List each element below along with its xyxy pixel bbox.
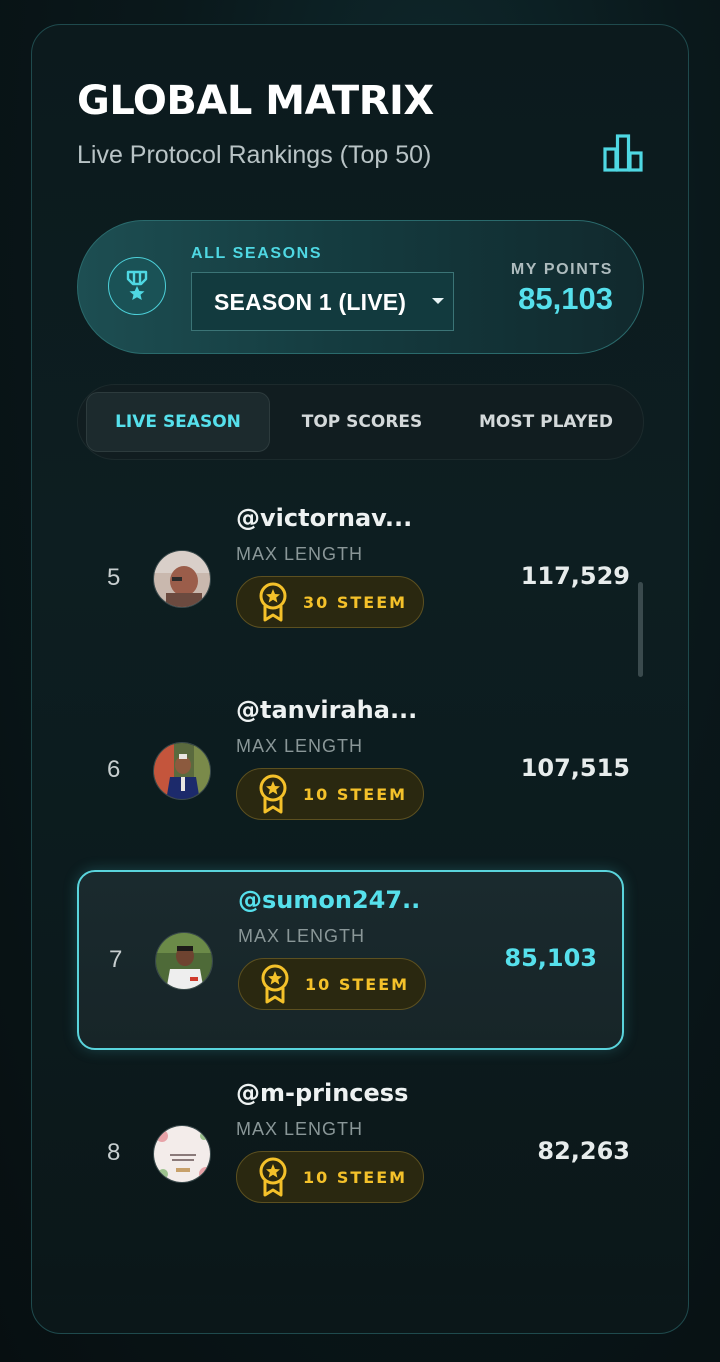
list-item[interactable]: 6 @tanviraha... MAX LENGTH 10 STEEM 107,… [77, 682, 630, 862]
page-title: GLOBAL MATRIX [77, 78, 434, 124]
username[interactable]: @victornav... [236, 504, 412, 532]
reward-badge: 10 STEEM [236, 768, 425, 820]
all-seasons-label: ALL SEASONS [191, 245, 323, 262]
game-mode-label: MAX LENGTH [236, 736, 364, 756]
username[interactable]: @sumon247.. [238, 886, 420, 914]
reward-label: 10 STEEM [303, 784, 408, 804]
game-mode-label: MAX LENGTH [238, 926, 366, 946]
leaderboard-panel: GLOBAL MATRIX Live Protocol Rankings (To… [31, 24, 689, 1334]
bar-chart-icon[interactable] [602, 133, 644, 173]
tab-most-played[interactable]: MOST PLAYED [454, 392, 638, 452]
username[interactable]: @m-princess [236, 1079, 408, 1107]
avatar[interactable] [155, 932, 213, 990]
my-points-label: MY POINTS [510, 261, 613, 278]
rank-number: 5 [107, 564, 121, 591]
page-subtitle: Live Protocol Rankings (Top 50) [77, 141, 432, 169]
award-ribbon-icon [261, 964, 289, 1004]
list-item[interactable]: 5 @victornav... MAX LENGTH 30 STEEM 117,… [77, 490, 630, 670]
reward-label: 30 STEEM [303, 592, 408, 612]
scrollbar[interactable] [638, 582, 643, 677]
list-item[interactable]: 8 @m-princess MAX LENGTH 10 STEEM 82,263 [77, 1065, 630, 1245]
chevron-down-icon [432, 298, 444, 304]
award-ribbon-icon [259, 582, 287, 622]
season-select[interactable]: SEASON 1 (LIVE) [191, 272, 454, 331]
reward-label: 10 STEEM [303, 1167, 408, 1187]
reward-badge: 30 STEEM [236, 576, 425, 628]
game-mode-label: MAX LENGTH [236, 544, 364, 564]
medal-icon [108, 257, 166, 315]
avatar[interactable] [153, 742, 211, 800]
rank-number: 6 [107, 756, 121, 783]
ranking-list[interactable]: 5 @victornav... MAX LENGTH 30 STEEM 117,… [32, 485, 688, 1290]
score-value: 85,103 [504, 944, 597, 972]
tab-top-scores[interactable]: TOP SCORES [270, 392, 454, 452]
list-fade-overlay [32, 1225, 688, 1295]
list-item-current-user[interactable]: 7 @sumon247.. MAX LENGTH 10 STEEM 85,103 [77, 870, 624, 1050]
season-select-value: SEASON 1 (LIVE) [214, 289, 407, 315]
reward-label: 10 STEEM [305, 974, 410, 994]
avatar[interactable] [153, 1125, 211, 1183]
avatar[interactable] [153, 550, 211, 608]
my-points-value: 85,103 [518, 281, 613, 316]
award-ribbon-icon [259, 1157, 287, 1197]
tab-bar: LIVE SEASON TOP SCORES MOST PLAYED [77, 384, 644, 460]
reward-badge: 10 STEEM [236, 1151, 425, 1203]
reward-badge: 10 STEEM [238, 958, 427, 1010]
season-card: ALL SEASONS SEASON 1 (LIVE) MY POINTS 85… [77, 220, 644, 354]
score-value: 107,515 [520, 754, 630, 782]
score-value: 117,529 [520, 562, 630, 590]
rank-number: 8 [107, 1139, 121, 1166]
score-value: 82,263 [537, 1137, 630, 1165]
award-ribbon-icon [259, 774, 287, 814]
username[interactable]: @tanviraha... [236, 696, 417, 724]
rank-number: 7 [109, 946, 123, 973]
tab-live-season[interactable]: LIVE SEASON [86, 392, 270, 452]
game-mode-label: MAX LENGTH [236, 1119, 364, 1139]
